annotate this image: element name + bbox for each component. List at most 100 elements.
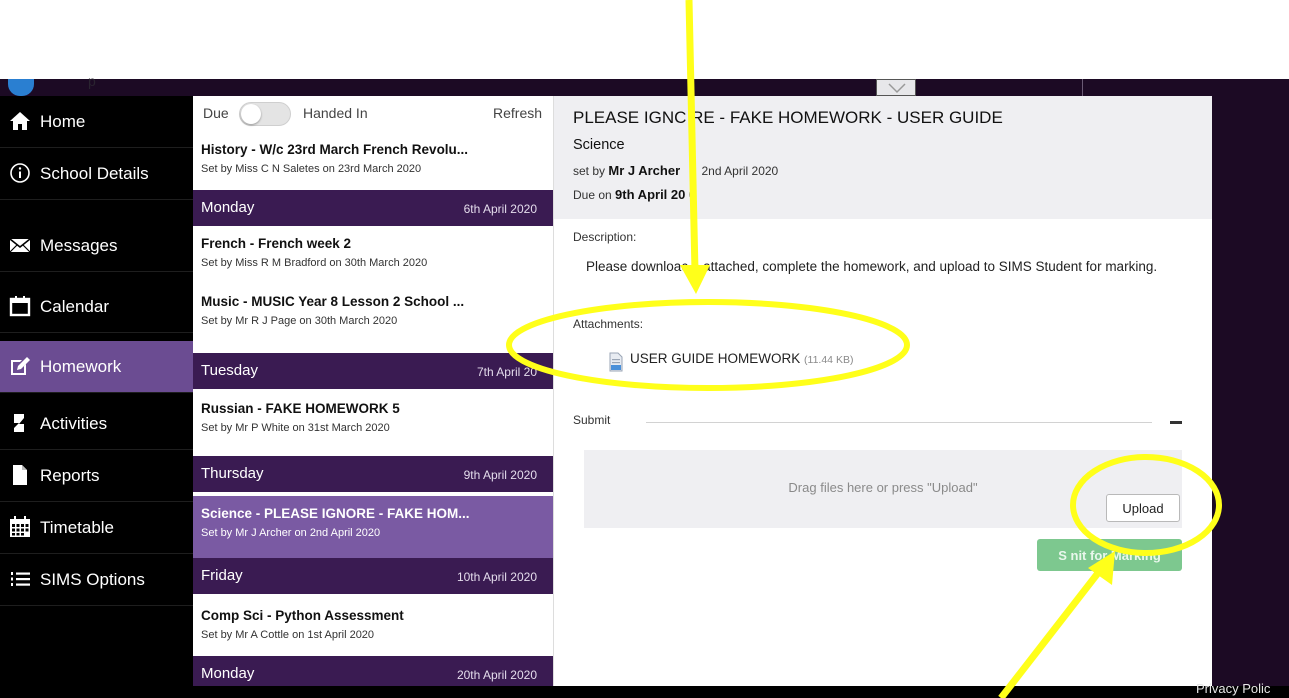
day-header-date: 10th April 2020: [456, 570, 537, 584]
sidebar-item-label: Activities: [40, 414, 108, 433]
homework-item-title: Music - MUSIC Year 8 Lesson 2 School ...: [201, 294, 465, 309]
sidebar-item-label: Homework: [40, 357, 122, 376]
due-date: 9th April 20 0: [615, 187, 697, 202]
homework-item-title: Science - PLEASE IGNORE - FAKE HOM...: [201, 506, 470, 521]
day-header-name: Tuesday: [201, 362, 258, 379]
calendar-icon: [9, 296, 31, 317]
description-label: Description:: [573, 230, 637, 244]
sidebar-item-school-details[interactable]: School Details: [0, 148, 193, 200]
sidebar-item-home[interactable]: Home: [0, 96, 193, 148]
sidebar-item-reports[interactable]: Reports: [0, 450, 193, 502]
due-handed-in-toggle[interactable]: [239, 102, 291, 126]
pencil-square-icon: [11, 357, 30, 375]
set-by-prefix: set by: [573, 164, 606, 178]
sidebar-item-calendar[interactable]: Calendar: [0, 281, 193, 333]
due-label: Due: [203, 105, 229, 121]
chevron-down-icon[interactable]: [876, 79, 916, 96]
description-text: Please downloac e attached, complete the…: [586, 259, 1158, 274]
day-header-name: Friday: [201, 567, 243, 584]
list-toolbar: Due Handed In Refresh: [193, 96, 553, 132]
header-divider: [1082, 79, 1083, 96]
day-header-date: 7th April 20: [476, 365, 537, 379]
attachments-label: Attachments:: [573, 317, 644, 331]
sidebar-item-timetable[interactable]: Timetable: [0, 502, 193, 554]
dropzone-hint: Drag files here or press "Upload": [788, 480, 978, 495]
day-header-name: Monday: [201, 199, 255, 216]
attachment-size: (11.44 KB): [804, 354, 854, 366]
due-line: Due on 9th April 20 0: [573, 187, 696, 202]
day-header: Tuesday 7th April 20: [193, 353, 553, 389]
info-icon: [10, 163, 30, 183]
homework-list-item[interactable]: History - W/c 23rd March French Revolu..…: [193, 132, 553, 190]
homework-item-subtitle: Set by Mr J Archer on 2nd April 2020: [201, 527, 381, 539]
header-title-fragment: p: [88, 73, 96, 89]
sidebar-item-sims-options[interactable]: SIMS Options: [0, 554, 193, 606]
set-date: 2nd April 2020: [701, 164, 779, 178]
homework-list-item-selected[interactable]: Science - PLEASE IGNORE - FAKE HOM... Se…: [193, 496, 553, 558]
document-file-icon: [609, 352, 623, 372]
sidebar-item-label: Calendar: [40, 297, 109, 316]
privacy-policy-link[interactable]: Privacy Polic: [1196, 681, 1270, 696]
sidebar-item-label: School Details: [40, 164, 149, 183]
app-logo-icon[interactable]: [8, 79, 34, 96]
footer-bar: Privacy Polic: [0, 681, 1289, 698]
section-divider: [646, 422, 1152, 423]
homework-item-subtitle: Set by Miss C N Saletes on 23rd March 20…: [201, 163, 422, 175]
homework-subject: Science: [573, 137, 625, 153]
submit-for-marking-button[interactable]: S nit for Marking: [1037, 539, 1182, 571]
document-icon: [13, 465, 27, 485]
day-header-date: 9th April 2020: [463, 468, 537, 482]
handed-in-label: Handed In: [303, 105, 368, 121]
homework-list: Due Handed In Refresh History - W/c 23rd…: [193, 96, 554, 686]
homework-item-subtitle: Set by Mr A Cottle on 1st April 2020: [201, 629, 375, 641]
teacher-name: Mr J Archer: [608, 163, 681, 178]
toggle-knob: [241, 104, 261, 124]
day-header-name: Thursday: [201, 465, 264, 482]
homework-title: PLEASE IGNC RE - FAKE HOMEWORK - USER GU…: [573, 108, 1003, 127]
sidebar-item-activities[interactable]: Activities: [0, 398, 193, 450]
day-header: Friday 10th April 2020: [193, 558, 553, 594]
homework-item-title: Russian - FAKE HOMEWORK 5: [201, 401, 400, 416]
sidebar-item-homework[interactable]: Homework: [0, 341, 193, 393]
timetable-icon: [10, 516, 30, 537]
homework-list-item[interactable]: Music - MUSIC Year 8 Lesson 2 School ...…: [193, 284, 553, 342]
homework-item-subtitle: Set by Mr P White on 31st March 2020: [201, 422, 390, 434]
sidebar-item-label: Home: [40, 112, 86, 131]
homework-item-title: Comp Sci - Python Assessment: [201, 608, 404, 623]
homework-list-item[interactable]: Comp Sci - Python Assessment Set by Mr A…: [193, 598, 553, 656]
medal-icon: [14, 414, 24, 432]
day-header: Monday 6th April 2020: [193, 190, 553, 226]
upload-button[interactable]: Upload: [1106, 494, 1180, 522]
sidebar-item-label: Timetable: [40, 518, 115, 537]
set-by-line: set by Mr J Archer 2nd April 2020: [573, 163, 778, 178]
home-icon: [10, 112, 30, 130]
day-header: Thursday 9th April 2020: [193, 456, 553, 492]
sidebar-item-messages[interactable]: Messages: [0, 220, 193, 272]
envelope-icon: [9, 238, 31, 253]
refresh-button[interactable]: Refresh: [493, 105, 542, 121]
sidebar-item-label: Reports: [40, 466, 100, 485]
detail-header: PLEASE IGNC RE - FAKE HOMEWORK - USER GU…: [554, 96, 1212, 219]
homework-detail-panel: PLEASE IGNC RE - FAKE HOMEWORK - USER GU…: [554, 96, 1212, 686]
app-header: p: [0, 73, 1289, 96]
sidebar-nav: Home School Details Messages Calendar Ho…: [0, 96, 193, 686]
attachment-link[interactable]: USER GUIDE HOMEWORK (11.44 KB): [609, 348, 929, 376]
homework-item-subtitle: Set by Miss R M Bradford on 30th March 2…: [201, 257, 428, 269]
homework-list-item[interactable]: French - French week 2 Set by Miss R M B…: [193, 226, 553, 284]
day-header-name: Monday: [201, 665, 255, 682]
numbered-list-icon: [11, 572, 30, 586]
homework-item-title: French - French week 2: [201, 236, 352, 251]
right-background-band: [1212, 96, 1289, 686]
homework-list-item[interactable]: Russian - FAKE HOMEWORK 5 Set by Mr P Wh…: [193, 391, 553, 449]
day-header: Monday 20th April 2020: [193, 656, 553, 686]
homework-item-title: History - W/c 23rd March French Revolu..…: [201, 142, 469, 157]
day-header-date: 20th April 2020: [456, 668, 537, 682]
attachment-name: USER GUIDE HOMEWORK (11.44 KB): [630, 351, 854, 366]
collapse-minus-icon[interactable]: [1170, 421, 1182, 424]
day-header-date: 6th April 2020: [463, 202, 537, 216]
sidebar-item-label: SIMS Options: [40, 570, 145, 589]
file-dropzone[interactable]: Drag files here or press "Upload": [584, 450, 1182, 528]
homework-item-subtitle: Set by Mr R J Page on 30th March 2020: [201, 315, 398, 327]
due-prefix: Due on: [573, 188, 612, 202]
submit-section-label: Submit: [573, 413, 611, 427]
